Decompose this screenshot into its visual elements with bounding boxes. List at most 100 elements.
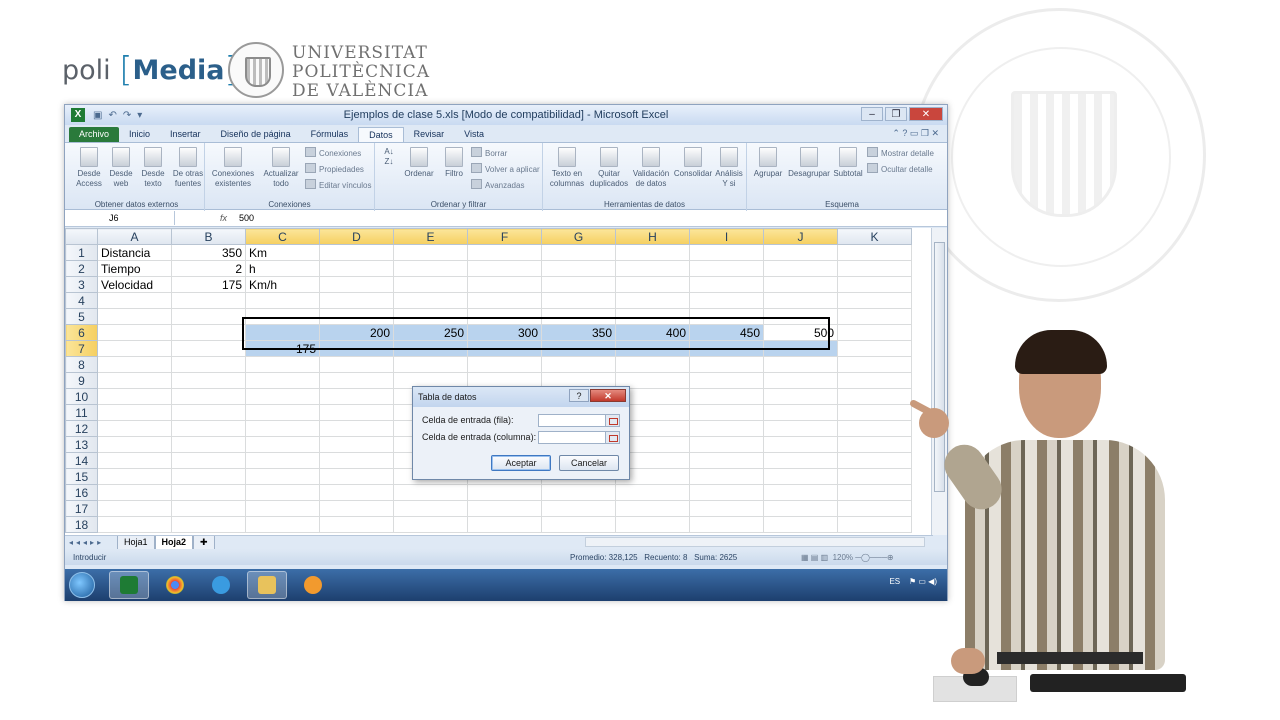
cell-J18[interactable] [763, 516, 838, 533]
cell-J2[interactable] [763, 260, 838, 277]
row-header[interactable]: 12 [65, 420, 98, 437]
cell-B4[interactable] [171, 292, 246, 309]
cell-D4[interactable] [319, 292, 394, 309]
sort-az-icon[interactable]: A↓ Z↓ [379, 147, 399, 167]
cell-K1[interactable] [837, 244, 912, 261]
tab-vista[interactable]: Vista [454, 127, 494, 142]
cell-J6[interactable]: 500 [763, 324, 838, 341]
cell-A8[interactable] [97, 356, 172, 373]
otras-fuentes-button[interactable]: De otras fuentes [171, 147, 205, 189]
cell-F2[interactable] [467, 260, 542, 277]
cell-E16[interactable] [393, 484, 468, 501]
cell-J5[interactable] [763, 308, 838, 325]
ordenar-button[interactable]: Ordenar [401, 147, 437, 179]
sheet-tab-hoja2[interactable]: Hoja2 [154, 535, 194, 550]
cell-A12[interactable] [97, 420, 172, 437]
row-header[interactable]: 8 [65, 356, 98, 373]
cell-D14[interactable] [319, 452, 394, 469]
cell-G5[interactable] [541, 308, 616, 325]
subtotal-button[interactable]: Subtotal [831, 147, 865, 179]
tab-datos[interactable]: Datos [358, 127, 404, 142]
cell-G7[interactable] [541, 340, 616, 357]
cell-G17[interactable] [541, 500, 616, 517]
cell-A2[interactable]: Tiempo [97, 260, 172, 277]
cancelar-button[interactable]: Cancelar [559, 455, 619, 471]
cell-C17[interactable] [245, 500, 320, 517]
aceptar-button[interactable]: Aceptar [491, 455, 551, 471]
desagrupar-button[interactable]: Desagrupar [787, 147, 831, 179]
cell-E8[interactable] [393, 356, 468, 373]
cell-J13[interactable] [763, 436, 838, 453]
taskbar-explorer[interactable] [247, 571, 287, 599]
cell-F4[interactable] [467, 292, 542, 309]
column-header[interactable]: F [467, 228, 542, 245]
cell-I12[interactable] [689, 420, 764, 437]
cell-A13[interactable] [97, 436, 172, 453]
column-header[interactable]: I [689, 228, 764, 245]
cell-K15[interactable] [837, 468, 912, 485]
cell-I3[interactable] [689, 276, 764, 293]
cell-J15[interactable] [763, 468, 838, 485]
cell-I11[interactable] [689, 404, 764, 421]
cell-J7[interactable] [763, 340, 838, 357]
cell-K3[interactable] [837, 276, 912, 293]
row-header[interactable]: 2 [65, 260, 98, 277]
column-header[interactable]: B [171, 228, 246, 245]
conexiones-existentes-button[interactable]: Conexiones existentes [209, 147, 257, 189]
cell-I18[interactable] [689, 516, 764, 533]
cell-I4[interactable] [689, 292, 764, 309]
cell-J10[interactable] [763, 388, 838, 405]
row-header[interactable]: 15 [65, 468, 98, 485]
mostrar-detalle-button[interactable]: Mostrar detalle [867, 147, 934, 158]
name-box[interactable]: J6 [65, 211, 175, 225]
sheet-tab-hoja1[interactable]: Hoja1 [117, 535, 155, 550]
formula-input[interactable]: 500 [235, 213, 947, 223]
cell-I6[interactable]: 450 [689, 324, 764, 341]
cell-K17[interactable] [837, 500, 912, 517]
avanzadas-button[interactable]: Avanzadas [471, 179, 524, 190]
minimize-button[interactable]: ‒ [861, 107, 883, 121]
cell-F6[interactable]: 300 [467, 324, 542, 341]
cell-K9[interactable] [837, 372, 912, 389]
cell-J1[interactable] [763, 244, 838, 261]
cell-A7[interactable] [97, 340, 172, 357]
range-picker-icon[interactable] [605, 415, 619, 426]
cell-D8[interactable] [319, 356, 394, 373]
cell-D10[interactable] [319, 388, 394, 405]
cell-D5[interactable] [319, 308, 394, 325]
column-input-field[interactable] [538, 431, 620, 444]
cell-A10[interactable] [97, 388, 172, 405]
cell-I17[interactable] [689, 500, 764, 517]
filtro-button[interactable]: Filtro [439, 147, 469, 179]
ocultar-detalle-button[interactable]: Ocultar detalle [867, 163, 933, 174]
texto-columnas-button[interactable]: Texto en columnas [545, 147, 589, 189]
cell-H18[interactable] [615, 516, 690, 533]
cell-C2[interactable]: h [245, 260, 320, 277]
cell-C6[interactable] [245, 324, 320, 341]
taskbar-ie[interactable] [201, 571, 241, 599]
cell-K10[interactable] [837, 388, 912, 405]
row-header[interactable]: 3 [65, 276, 98, 293]
cell-A11[interactable] [97, 404, 172, 421]
cell-A16[interactable] [97, 484, 172, 501]
cell-E7[interactable] [393, 340, 468, 357]
cell-J16[interactable] [763, 484, 838, 501]
cell-K11[interactable] [837, 404, 912, 421]
cell-K5[interactable] [837, 308, 912, 325]
cell-B8[interactable] [171, 356, 246, 373]
row-header[interactable]: 18 [65, 516, 98, 533]
cell-G4[interactable] [541, 292, 616, 309]
cell-H8[interactable] [615, 356, 690, 373]
cell-K14[interactable] [837, 452, 912, 469]
cell-G6[interactable]: 350 [541, 324, 616, 341]
cell-I16[interactable] [689, 484, 764, 501]
cell-K13[interactable] [837, 436, 912, 453]
cell-K4[interactable] [837, 292, 912, 309]
cell-B17[interactable] [171, 500, 246, 517]
row-header[interactable]: 11 [65, 404, 98, 421]
cell-J17[interactable] [763, 500, 838, 517]
cell-C13[interactable] [245, 436, 320, 453]
worksheet-grid[interactable]: ABCDEFGHIJK 1 Distancia 350 Km 2 Tiempo 2 h 3 Vel… [65, 228, 933, 535]
cell-B12[interactable] [171, 420, 246, 437]
cell-B13[interactable] [171, 436, 246, 453]
